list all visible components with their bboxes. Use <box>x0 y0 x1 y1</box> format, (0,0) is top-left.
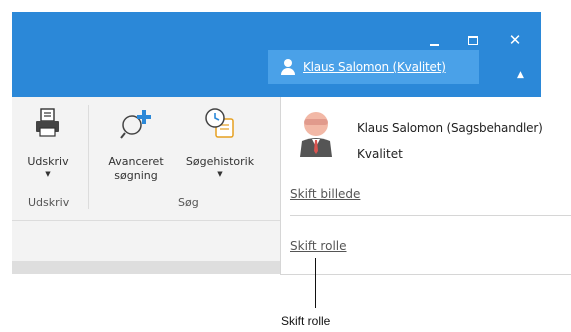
search-history-button[interactable]: Søgehistorik ▼ <box>176 107 264 179</box>
minimize-button[interactable] <box>424 32 444 48</box>
maximize-button[interactable] <box>463 32 483 48</box>
advanced-search-label-line1: Avanceret <box>108 155 164 168</box>
user-avatar-icon <box>300 112 332 157</box>
content-band <box>12 221 280 261</box>
close-icon: ✕ <box>508 31 522 49</box>
close-button[interactable]: ✕ <box>505 31 525 49</box>
change-picture-link[interactable]: Skift billede <box>290 187 360 201</box>
content-band-shadow <box>12 261 280 274</box>
print-group-label: Udskriv <box>28 196 70 209</box>
user-full-name: Klaus Salomon (Sagsbehandler) <box>357 121 543 135</box>
advanced-search-button[interactable]: Avanceret søgning <box>96 107 176 183</box>
minimize-icon <box>429 43 439 46</box>
person-icon <box>281 59 295 75</box>
clock-history-icon <box>205 108 234 138</box>
group-separator <box>88 105 89 209</box>
change-role-link[interactable]: Skift rolle <box>290 239 347 253</box>
ribbon: Udskriv ▼ Udskriv Avanceret søgning Søge… <box>12 97 280 221</box>
callout-label: Skift rolle <box>281 314 331 328</box>
collapse-ribbon-icon[interactable]: ▲ <box>517 70 524 80</box>
print-dropdown-icon[interactable]: ▼ <box>26 169 70 179</box>
callout-line <box>315 258 316 308</box>
maximize-icon <box>468 35 478 45</box>
panel-divider <box>290 215 571 216</box>
print-label: Udskriv <box>27 155 69 168</box>
user-role: Kvalitet <box>357 147 403 161</box>
search-group-label: Søg <box>178 196 199 209</box>
printer-icon <box>36 108 59 137</box>
user-dropdown-panel: Klaus Salomon (Sagsbehandler) Kvalitet S… <box>280 97 571 275</box>
search-history-label: Søgehistorik <box>185 155 255 168</box>
search-plus-icon <box>120 110 151 139</box>
print-button[interactable]: Udskriv ▼ <box>26 107 70 179</box>
user-link[interactable]: Klaus Salomon (Kvalitet) <box>303 60 446 74</box>
advanced-search-label-line2: søgning <box>114 169 158 182</box>
search-history-dropdown-icon[interactable]: ▼ <box>176 169 264 179</box>
user-menu-button[interactable]: Klaus Salomon (Kvalitet) <box>268 50 479 84</box>
